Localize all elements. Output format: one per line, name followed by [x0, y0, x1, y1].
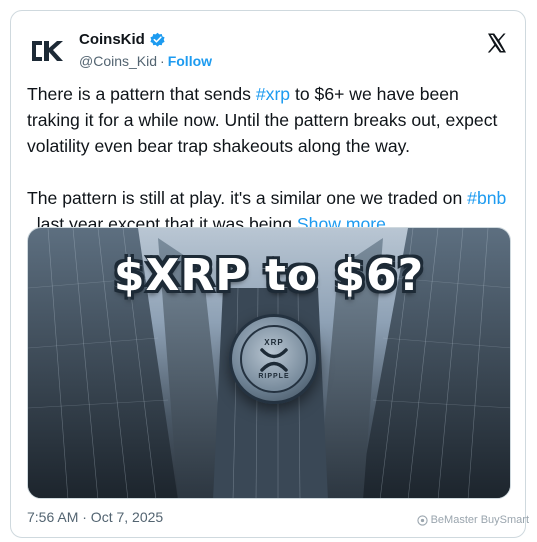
- separator-dot: ·: [160, 53, 165, 69]
- tweet-media-image[interactable]: $XRP to $6? XRP RIPPLE: [27, 227, 511, 499]
- coin-top-label: XRP: [264, 338, 284, 347]
- handle[interactable]: @Coins_Kid: [79, 53, 157, 69]
- tweet-body: There is a pattern that sends #xrp to $6…: [27, 81, 513, 237]
- xrp-coin-icon: XRP RIPPLE: [229, 314, 319, 404]
- weibo-icon: [416, 514, 428, 526]
- watermark-text: BeMaster BuySmart: [430, 514, 529, 526]
- coin-bottom-label: RIPPLE: [258, 373, 290, 380]
- verified-badge-icon: [149, 31, 166, 48]
- tweet-header: CoinsKid @Coins_Kid · Follow: [27, 29, 509, 77]
- tweet-timestamp[interactable]: 7:56 AM · Oct 7, 2025: [27, 509, 163, 525]
- hashtag-xrp-link[interactable]: #xrp: [256, 84, 290, 104]
- coinskid-logo-icon[interactable]: [27, 31, 67, 71]
- hashtag-bnb-link[interactable]: #bnb: [467, 188, 506, 208]
- tweet-card: CoinsKid @Coins_Kid · Follow There is a: [10, 10, 526, 538]
- x-logo-icon[interactable]: [485, 31, 509, 55]
- xrp-symbol-icon: [260, 348, 288, 372]
- tweet-paragraph-1: There is a pattern that sends #xrp to $6…: [27, 84, 498, 156]
- watermark: BeMaster BuySmart: [416, 514, 529, 526]
- follow-button[interactable]: Follow: [168, 53, 212, 69]
- author-info: CoinsKid @Coins_Kid · Follow: [79, 29, 212, 70]
- display-name[interactable]: CoinsKid: [79, 31, 145, 48]
- media-headline: $XRP to $6?: [113, 250, 425, 301]
